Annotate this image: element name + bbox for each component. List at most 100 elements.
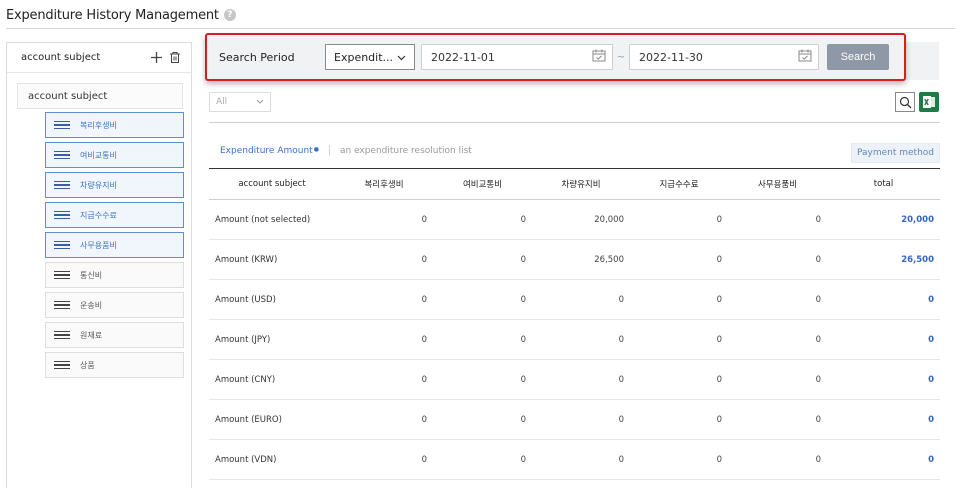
tree-item-label: 사무용품비 — [80, 240, 117, 250]
drag-handle-icon[interactable] — [54, 121, 70, 129]
tab-expenditure-amount[interactable]: Expenditure Amount● — [220, 146, 319, 156]
drag-handle-icon[interactable] — [54, 211, 70, 219]
amount-cell: 0 — [630, 199, 728, 240]
tree-item-label: 차량유지비 — [80, 180, 117, 190]
account-subject-panel: account subject account subject 복리후생비여비교… — [6, 42, 192, 488]
magnifier-icon[interactable] — [895, 92, 915, 112]
amount-cell: 0 — [335, 239, 433, 280]
drag-handle-icon[interactable] — [54, 301, 70, 309]
calendar-icon[interactable] — [592, 49, 606, 65]
page-header: Expenditure History Management ? — [6, 5, 236, 25]
amount-cell: 0 — [728, 239, 827, 280]
total-cell: 0 — [827, 279, 940, 320]
amount-cell: 0 — [728, 319, 827, 360]
drag-handle-icon[interactable] — [54, 331, 70, 339]
expenditure-table: account subject 복리후생비 여비교통비 차량유지비 지급수수료 사무용품비… — [209, 168, 940, 480]
tree-item[interactable]: 통신비 — [45, 262, 184, 288]
tree-item[interactable]: 상품 — [45, 352, 184, 378]
column-header: total — [827, 168, 940, 200]
drag-handle-icon[interactable] — [54, 241, 70, 249]
tree-item-label: 지급수수료 — [80, 210, 117, 220]
drag-handle-icon[interactable] — [54, 361, 70, 369]
amount-cell: 0 — [335, 439, 433, 480]
start-date-value: 2022-11-01 — [431, 50, 495, 64]
amount-cell: 0 — [728, 439, 827, 480]
amount-cell: 0 — [335, 399, 433, 440]
search-button[interactable]: Search — [827, 44, 889, 70]
amount-cell: 0 — [532, 319, 630, 360]
row-label-cell: Amount (CNY) — [209, 359, 335, 400]
total-cell: 0 — [827, 359, 940, 400]
row-label-cell: Amount (JPY) — [209, 319, 335, 360]
amount-cell: 0 — [630, 359, 728, 400]
page-title: Expenditure History Management — [6, 7, 219, 23]
start-date-input[interactable]: 2022-11-01 — [421, 44, 613, 70]
total-cell: 0 — [827, 439, 940, 480]
tree-item[interactable]: 운송비 — [45, 292, 184, 318]
drag-handle-icon[interactable] — [54, 271, 70, 279]
end-date-input[interactable]: 2022-11-30 — [629, 44, 819, 70]
total-cell: 26,500 — [827, 239, 940, 280]
amount-cell: 0 — [433, 239, 532, 280]
filter-divider — [209, 122, 940, 123]
filter-select[interactable]: All — [209, 92, 271, 112]
amount-cell: 0 — [335, 199, 433, 240]
tree-root-node[interactable]: account subject — [17, 83, 183, 109]
column-header: 차량유지비 — [532, 168, 630, 200]
amount-cell: 0 — [433, 319, 532, 360]
amount-cell: 0 — [630, 279, 728, 320]
tab-resolution-list[interactable]: an expenditure resolution list — [340, 146, 472, 156]
result-tabs: Expenditure Amount● an expenditure resol… — [220, 145, 472, 156]
row-label-cell: Amount (USD) — [209, 279, 335, 320]
amount-cell: 0 — [728, 359, 827, 400]
amount-cell: 0 — [532, 439, 630, 480]
account-subject-list: 복리후생비여비교통비차량유지비지급수수료사무용품비통신비운송비원재료상품 — [45, 112, 184, 382]
tree-item-label: 운송비 — [80, 300, 103, 310]
excel-icon[interactable] — [919, 92, 939, 112]
tree-item[interactable]: 여비교통비 — [45, 142, 184, 168]
row-label-cell: Amount (VDN) — [209, 439, 335, 480]
trash-icon[interactable] — [167, 50, 183, 66]
active-dot-icon: ● — [313, 145, 319, 153]
filter-value: All — [216, 97, 228, 107]
period-type-select[interactable]: Expendit... — [325, 44, 415, 70]
amount-cell: 0 — [532, 279, 630, 320]
table-row: Amount (USD) 0 0 0 0 0 0 — [209, 279, 940, 320]
amount-cell: 0 — [728, 279, 827, 320]
calendar-icon[interactable] — [798, 49, 812, 65]
header-divider — [6, 28, 955, 29]
tree-item[interactable]: 사무용품비 — [45, 232, 184, 258]
row-label-cell: Amount (not selected) — [209, 199, 335, 240]
amount-cell: 0 — [532, 399, 630, 440]
payment-method-button[interactable]: Payment method — [851, 143, 940, 163]
panel-title: account subject — [21, 52, 101, 63]
amount-cell: 0 — [433, 199, 532, 240]
amount-cell: 0 — [728, 199, 827, 240]
amount-cell: 0 — [335, 279, 433, 320]
amount-cell: 0 — [433, 279, 532, 320]
drag-handle-icon[interactable] — [54, 181, 70, 189]
tab-divider — [328, 145, 330, 156]
tree-item[interactable]: 원재료 — [45, 322, 184, 348]
total-cell: 20,000 — [827, 199, 940, 240]
tree-item-label: 상품 — [80, 360, 95, 370]
tree-item[interactable]: 복리후생비 — [45, 112, 184, 138]
panel-header: account subject — [7, 43, 191, 73]
drag-handle-icon[interactable] — [54, 151, 70, 159]
date-separator: ~ — [616, 51, 626, 63]
end-date-value: 2022-11-30 — [639, 50, 703, 64]
tree-item[interactable]: 차량유지비 — [45, 172, 184, 198]
amount-cell: 0 — [335, 359, 433, 400]
question-mark-icon[interactable]: ? — [223, 9, 236, 21]
tree-item-label: 여비교통비 — [80, 150, 117, 160]
column-header: 지급수수료 — [630, 168, 728, 200]
period-type-value: Expendit... — [334, 50, 394, 64]
total-cell: 0 — [827, 399, 940, 440]
search-period-panel: Search Period Expendit... 2022-11-01 ~ 2… — [205, 33, 906, 81]
tree-item[interactable]: 지급수수료 — [45, 202, 184, 228]
plus-icon[interactable] — [148, 50, 164, 66]
table-row: Amount (KRW) 0 0 26,500 0 0 26,500 — [209, 239, 940, 280]
row-label-cell: Amount (EURO) — [209, 399, 335, 440]
table-row: Amount (EURO) 0 0 0 0 0 0 — [209, 399, 940, 440]
amount-cell: 0 — [433, 399, 532, 440]
